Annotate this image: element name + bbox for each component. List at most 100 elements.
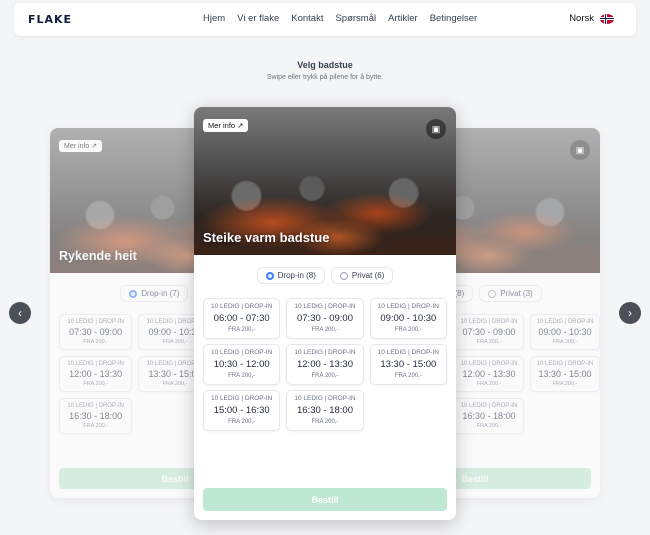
chevron-left-icon[interactable]: ‹ (9, 302, 31, 324)
book-button[interactable]: Bestill (203, 488, 447, 511)
slot-availability: 10 LEDIG | DROP-IN (294, 395, 356, 402)
map-icon[interactable]: ▣ (426, 119, 446, 139)
time-slot[interactable]: 10 LEDIG | DROP-IN 12:00 - 13:30 FRA 200,- (59, 356, 133, 392)
radio-label: Privat (6) (351, 271, 385, 280)
logo[interactable]: FLAKE (28, 13, 72, 26)
time-slot[interactable]: 10 LEDIG | DROP-IN 12:00 - 13:30 FRA 200,- (286, 344, 364, 385)
time-slot[interactable]: 10 LEDIG | DROP-IN 09:00 - 10:30 FRA 200,- (369, 298, 447, 339)
slot-availability: 10 LEDIG | DROP-IN (211, 303, 273, 310)
slot-availability: 10 LEDIG | DROP-IN (211, 349, 273, 356)
norway-flag-icon (600, 13, 614, 24)
time-slot[interactable]: 10 LEDIG | DROP-IN 07:30 - 09:00 FRA 200,- (286, 298, 364, 339)
slot-time: 07:30 - 09:00 (296, 313, 353, 324)
language-label: Norsk (569, 13, 594, 24)
slot-availability: 10 LEDIG | DROP-IN (67, 319, 124, 325)
sauna-title: Steike varm badstue (203, 230, 330, 245)
time-slot[interactable]: 10 LEDIG | DROP-IN 07:30 - 09:00 FRA 200,- (454, 314, 524, 350)
time-slot[interactable]: 10 LEDIG | DROP-IN 16:30 - 18:00 FRA 200,- (59, 398, 133, 434)
slot-price: FRA 200,- (394, 327, 422, 333)
radio-dot (265, 271, 274, 280)
more-info-button[interactable]: Mer info ↗ (203, 119, 249, 132)
radio-label: Drop-in (8) (277, 271, 316, 280)
slot-time: 16:30 - 18:00 (296, 405, 353, 416)
slot-price: FRA 200,- (228, 373, 256, 379)
slot-price: FRA 200,- (476, 339, 502, 345)
page-title: Velg badstue (297, 60, 353, 70)
slot-availability: 10 LEDIG | DROP-IN (67, 403, 124, 409)
time-slot[interactable]: 10 LEDIG | DROP-IN 12:00 - 13:30 FRA 200,- (454, 356, 524, 392)
slot-availability: 10 LEDIG | DROP-IN (536, 319, 594, 325)
menu-item-hjem[interactable]: Hjem (203, 13, 225, 24)
radio-drop-in[interactable]: Drop-in (7) (120, 285, 189, 302)
time-slot[interactable]: 10 LEDIG | DROP-IN 09:00 - 10:30 FRA 200,- (530, 314, 600, 350)
slot-availability: 10 LEDIG | DROP-IN (294, 349, 356, 356)
time-slot[interactable]: 10 LEDIG | DROP-IN 13:30 - 15:00 FRA 200,- (369, 344, 447, 385)
slot-time: 10:30 - 12:00 (213, 359, 270, 370)
map-icon[interactable]: ▣ (570, 140, 590, 160)
slot-time: 07:30 - 09:00 (69, 327, 123, 337)
time-slot[interactable]: 10 LEDIG | DROP-IN 16:30 - 18:00 FRA 200,- (286, 390, 364, 431)
radio-label: Drop-in (7) (141, 289, 180, 298)
slot-price: FRA 200,- (476, 423, 502, 429)
slot-time: 09:00 - 10:30 (538, 327, 592, 337)
slot-time: 16:30 - 18:00 (462, 411, 516, 421)
slot-time: 12:00 - 13:30 (462, 369, 516, 379)
menu-item-artikler[interactable]: Artikler (388, 13, 418, 24)
slot-price: FRA 200,- (228, 419, 256, 425)
radio-dot (129, 289, 138, 298)
slot-availability: 10 LEDIG | DROP-IN (377, 303, 439, 310)
chevron-right-icon[interactable]: › (619, 302, 641, 324)
time-slot[interactable]: 10 LEDIG | DROP-IN 15:00 - 16:30 FRA 200,- (203, 390, 281, 431)
slot-availability: 10 LEDIG | DROP-IN (294, 303, 356, 310)
time-slot[interactable]: 10 LEDIG | DROP-IN 16:30 - 18:00 FRA 200,- (454, 398, 524, 434)
slot-price: FRA 200,- (83, 339, 109, 345)
slot-time: 06:00 - 07:30 (213, 313, 270, 324)
radio-label: Privat (3) (500, 289, 533, 298)
radio-private[interactable]: Privat (6) (330, 267, 394, 284)
slot-time: 12:00 - 13:30 (296, 359, 353, 370)
slot-availability: 10 LEDIG | DROP-IN (460, 403, 518, 409)
time-slot[interactable]: 10 LEDIG | DROP-IN 07:30 - 09:00 FRA 200,- (59, 314, 133, 350)
time-slot[interactable]: 10 LEDIG | DROP-IN 06:00 - 07:30 FRA 200,- (203, 298, 281, 339)
radio-drop-in[interactable]: Drop-in (8) (256, 267, 325, 284)
slot-price: FRA 200,- (228, 327, 256, 333)
language-selector[interactable]: Norsk (569, 13, 614, 24)
more-info-button[interactable]: Mer info ↗ (59, 140, 103, 152)
time-slot-grid: 10 LEDIG | DROP-IN 06:00 - 07:30 FRA 200,-… (194, 298, 456, 431)
slot-time: 13:30 - 15:00 (380, 359, 437, 370)
menu-item-kontakt[interactable]: Kontakt (291, 13, 323, 24)
time-slot[interactable]: 10 LEDIG | DROP-IN 10:30 - 12:00 FRA 200,- (203, 344, 281, 385)
top-navigation: FLAKE Hjem Vi er flake Kontakt Spørsmål … (14, 3, 636, 36)
slot-time: 16:30 - 18:00 (69, 411, 123, 421)
main-menu: Hjem Vi er flake Kontakt Spørsmål Artikl… (203, 13, 477, 24)
booking-type-selector: Drop-in (8) Privat (6) (194, 267, 456, 284)
slot-time: 15:00 - 16:30 (213, 405, 270, 416)
radio-private[interactable]: Privat (3) (479, 285, 542, 302)
slot-availability: 10 LEDIG | DROP-IN (211, 395, 273, 402)
slot-price: FRA 200,- (311, 419, 339, 425)
menu-item-betingelser[interactable]: Betingelser (430, 13, 478, 24)
slot-price: FRA 200,- (552, 339, 578, 345)
slot-time: 07:30 - 09:00 (462, 327, 516, 337)
slot-price: FRA 200,- (552, 381, 578, 387)
slot-price: FRA 200,- (394, 373, 422, 379)
page-subtitle: Swipe eller trykk på pilene for å bytte. (266, 74, 384, 81)
slot-time: 13:30 - 15:00 (538, 369, 592, 379)
slot-price: FRA 200,- (83, 381, 109, 387)
sauna-card-active[interactable]: Mer info ↗ ▣ Steike varm badstue Drop-in… (194, 107, 456, 520)
slot-availability: 10 LEDIG | DROP-IN (460, 361, 518, 367)
slot-time: 09:00 - 10:30 (380, 313, 437, 324)
slot-availability: 10 LEDIG | DROP-IN (67, 361, 124, 367)
menu-item-sporsmal[interactable]: Spørsmål (335, 13, 376, 24)
slot-availability: 10 LEDIG | DROP-IN (536, 361, 594, 367)
slot-price: FRA 200,- (311, 327, 339, 333)
slot-availability: 10 LEDIG | DROP-IN (460, 319, 518, 325)
menu-item-vi-er-flake[interactable]: Vi er flake (237, 13, 279, 24)
slot-time: 12:00 - 13:30 (69, 369, 123, 379)
sauna-image: Mer info ↗ ▣ Steike varm badstue (194, 107, 456, 255)
slot-availability: 10 LEDIG | DROP-IN (377, 349, 439, 356)
time-slot[interactable]: 10 LEDIG | DROP-IN 13:30 - 15:00 FRA 200,- (530, 356, 600, 392)
slot-price: FRA 200,- (311, 373, 339, 379)
sauna-title: Rykende heit (59, 249, 137, 263)
slot-price: FRA 200,- (83, 423, 109, 429)
